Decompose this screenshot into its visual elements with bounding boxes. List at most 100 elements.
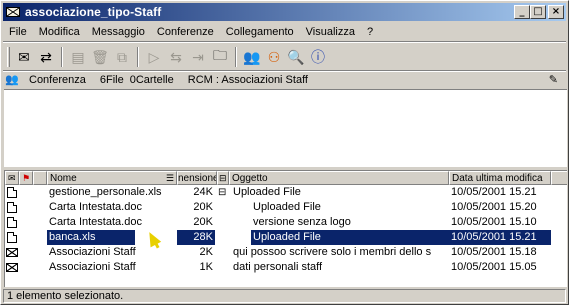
- table-row[interactable]: banca.xls 28K Uploaded File 10/05/2001 15.2…: [5, 230, 567, 245]
- row-subject: versione senza logo: [253, 216, 351, 228]
- row-size: 28K: [177, 230, 215, 245]
- table-row[interactable]: Associazioni Staff 2K qui possoo scrivere …: [5, 245, 567, 260]
- maximize-button[interactable]: □: [530, 5, 546, 19]
- conference-icon: 👥: [5, 74, 19, 86]
- document-icon: [7, 187, 17, 198]
- message-icon: [6, 263, 18, 272]
- menu-visualizza[interactable]: Visualizza: [300, 23, 361, 41]
- menu-bar: File Modifica Messaggio Conferenze Colle…: [3, 23, 379, 41]
- row-size: 20K: [193, 201, 213, 213]
- reply-icon[interactable]: ⇄: [35, 46, 57, 68]
- row-subject: Uploaded File: [251, 230, 449, 245]
- tree-column-header[interactable]: ⊟: [217, 171, 229, 185]
- toolbar-separator: [235, 47, 237, 67]
- subject-column-label: Oggetto: [232, 173, 268, 184]
- list-header: ✉ ⚑ Nome ☰ nensione ⊟ Oggetto Data ultim…: [5, 171, 567, 185]
- table-row[interactable]: Carta Intestata.doc 20K versione senza log…: [5, 215, 567, 230]
- menu-collegamento[interactable]: Collegamento: [220, 23, 300, 41]
- status-bar: 1 elemento selezionato.: [3, 288, 566, 303]
- rcm-label: RCM : Associazioni Staff: [187, 74, 308, 86]
- collapse-icon[interactable]: ⊟: [217, 185, 229, 200]
- row-name: gestione_personale.xls: [49, 186, 162, 198]
- row-date: 10/05/2001 15.18: [451, 246, 537, 258]
- extra-column-header: [551, 171, 567, 185]
- app-window: associazione_tipo-Staff _ □ × File Modif…: [0, 0, 569, 305]
- menu-file[interactable]: File: [3, 23, 33, 41]
- toolbar: ✉ ⇄ ▤ 🗑 ⧉ ▷ ⇆ ⇥ 🗀 👥 ⚇ 🔍 ⓘ: [5, 44, 329, 70]
- sort-icon: ☰: [165, 173, 174, 183]
- delete-icon[interactable]: 🗑: [89, 46, 111, 68]
- menu-separator: [3, 41, 566, 43]
- document-icon: [7, 232, 17, 243]
- type-column-header[interactable]: ✉: [5, 171, 19, 185]
- toolbar-separator: [137, 47, 139, 67]
- row-date: 10/05/2001 15.21: [451, 186, 537, 198]
- row-name: Carta Intestata.doc: [49, 201, 142, 213]
- folder-icon[interactable]: 🗀: [209, 46, 231, 68]
- file-count: 6File: [99, 74, 124, 86]
- envelope-icon: [5, 5, 21, 19]
- window-title: associazione_tipo-Staff: [25, 5, 162, 19]
- forward-icon[interactable]: ▷: [143, 46, 165, 68]
- document-icon: [7, 217, 17, 228]
- conference-type: Conferenza: [29, 74, 86, 86]
- row-size: 2K: [199, 246, 213, 258]
- status-text: 1 elemento selezionato.: [3, 288, 566, 303]
- group-icon[interactable]: ⚇: [263, 46, 285, 68]
- row-size: 1K: [199, 261, 213, 273]
- row-date: 10/05/2001 15.10: [451, 216, 537, 228]
- subject-column-header[interactable]: Oggetto: [229, 171, 449, 185]
- name-column-header[interactable]: Nome ☰: [47, 171, 177, 185]
- message-icon: [6, 248, 18, 257]
- date-column-header[interactable]: Data ultima modifica: [449, 171, 551, 185]
- folder-count: 0Cartelle: [129, 74, 174, 86]
- search-icon[interactable]: 🔍: [285, 46, 307, 68]
- size-column-label: nensione: [178, 173, 217, 184]
- print-icon[interactable]: ▤: [67, 46, 89, 68]
- table-row[interactable]: Associazioni Staff 1K dati personali staff…: [5, 260, 567, 275]
- row-name: banca.xls: [47, 230, 135, 245]
- minimize-button[interactable]: _: [514, 5, 530, 19]
- row-size: 20K: [193, 216, 213, 228]
- move-icon[interactable]: ⇆: [165, 46, 187, 68]
- name-column-label: Nome: [50, 173, 77, 184]
- close-button[interactable]: ×: [548, 5, 564, 19]
- toolbar-separator: [61, 47, 63, 67]
- pencil-icon[interactable]: ✎: [549, 73, 558, 86]
- attach-icon[interactable]: ⇥: [187, 46, 209, 68]
- size-column-header[interactable]: nensione: [177, 171, 217, 185]
- preview-pane[interactable]: [4, 89, 567, 167]
- row-name: Carta Intestata.doc: [49, 216, 142, 228]
- users-icon[interactable]: 👥: [241, 46, 263, 68]
- info-icon[interactable]: ⓘ: [307, 46, 329, 68]
- row-date: 10/05/2001 15.20: [451, 201, 537, 213]
- row-name: Associazioni Staff: [49, 261, 136, 273]
- row-subject: Uploaded File: [233, 186, 301, 198]
- table-row[interactable]: gestione_personale.xls 24K ⊟ Uploaded File 1…: [5, 185, 567, 200]
- row-date: 10/05/2001 15.05: [451, 261, 537, 273]
- document-icon: [7, 202, 17, 213]
- attach-column-header[interactable]: [33, 171, 47, 185]
- window-controls: _ □ ×: [514, 5, 564, 19]
- menu-modifica[interactable]: Modifica: [33, 23, 86, 41]
- collapse-icon: ⊟: [219, 173, 227, 183]
- menu-messaggio[interactable]: Messaggio: [86, 23, 151, 41]
- row-subject: dati personali staff: [233, 261, 323, 273]
- row-size: 24K: [193, 186, 213, 198]
- flag-column-header[interactable]: ⚑: [19, 171, 33, 185]
- menu-conferenze[interactable]: Conferenze: [151, 23, 220, 41]
- toolbar-grip[interactable]: [7, 47, 10, 67]
- row-subject: Uploaded File: [253, 201, 321, 213]
- new-message-icon[interactable]: ✉: [13, 46, 35, 68]
- envelope-column-icon: ✉: [8, 173, 16, 183]
- conference-info-bar: 👥 Conferenza 6File 0Cartelle RCM : Assoc…: [5, 72, 566, 88]
- copy-icon[interactable]: ⧉: [111, 46, 133, 68]
- file-list: ✉ ⚑ Nome ☰ nensione ⊟ Oggetto Data ultim…: [4, 170, 567, 287]
- row-date: 10/05/2001 15.21: [449, 230, 551, 245]
- title-bar[interactable]: associazione_tipo-Staff _ □ ×: [3, 3, 566, 21]
- flag-icon: ⚑: [22, 173, 31, 183]
- menu-help[interactable]: ?: [361, 23, 379, 41]
- row-subject: qui possoo scrivere solo i membri dello …: [233, 246, 432, 258]
- table-row[interactable]: Carta Intestata.doc 20K Uploaded File 10/05…: [5, 200, 567, 215]
- date-column-label: Data ultima modifica: [452, 173, 543, 184]
